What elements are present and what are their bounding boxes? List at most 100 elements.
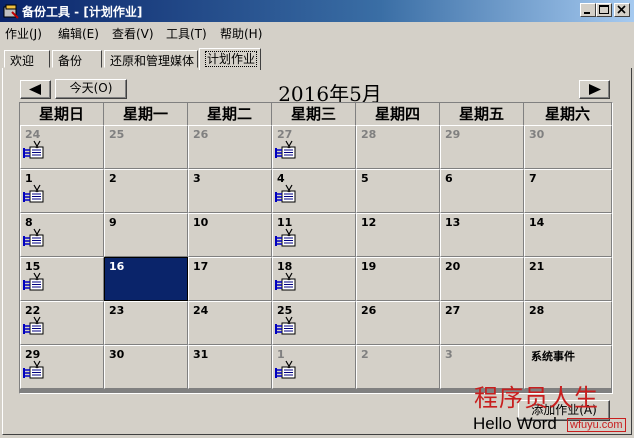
calendar-day-cell[interactable]: 31 (188, 345, 272, 389)
calendar-day-cell[interactable]: 24 (20, 125, 104, 169)
calendar-day-cell[interactable]: 1 (272, 345, 356, 389)
calendar-day-cell[interactable]: 30 (104, 345, 188, 389)
tab-schedule-jobs[interactable]: 计划作业 (199, 48, 261, 70)
scheduled-backup-job-icon[interactable] (275, 272, 297, 292)
menu-tools[interactable]: 工具(T) (166, 25, 207, 42)
day-number: 26 (193, 128, 209, 141)
weekday-header: 星期一 (104, 103, 188, 125)
minimize-button[interactable] (580, 3, 596, 17)
scheduled-backup-job-icon[interactable] (275, 184, 297, 204)
calendar-day-cell[interactable]: 5 (356, 169, 440, 213)
calendar-day-cell[interactable]: 26 (356, 301, 440, 345)
scheduled-backup-job-icon[interactable] (275, 360, 297, 380)
calendar-day-cell[interactable]: 17 (188, 257, 272, 301)
day-number: 13 (445, 216, 461, 229)
day-number: 28 (361, 128, 377, 141)
calendar-day-cell[interactable]: 15 (20, 257, 104, 301)
calendar-day-cell[interactable]: 25 (272, 301, 356, 345)
scheduled-backup-job-icon[interactable] (23, 360, 45, 380)
calendar-day-cell[interactable]: 28 (356, 125, 440, 169)
day-number: 30 (109, 348, 125, 361)
calendar-day-cell[interactable]: 26 (188, 125, 272, 169)
next-month-button[interactable] (579, 80, 610, 99)
calendar-day-cell[interactable]: 3 (188, 169, 272, 213)
tab-backup[interactable]: 备份 (52, 50, 102, 68)
weekday-header: 星期四 (356, 103, 440, 125)
day-number: 2 (361, 348, 369, 361)
day-number: 2 (109, 172, 117, 185)
calendar-day-cell[interactable]: 21 (524, 257, 612, 301)
calendar-day-cell[interactable]: 16 (104, 257, 188, 301)
menu-job[interactable]: 作业(J) (5, 25, 42, 42)
calendar-day-cell[interactable]: 1 (20, 169, 104, 213)
day-number: 12 (361, 216, 377, 229)
calendar-day-cell[interactable]: 10 (188, 213, 272, 257)
weekday-header: 星期二 (188, 103, 272, 125)
close-button[interactable] (614, 3, 630, 17)
tab-welcome[interactable]: 欢迎 (4, 50, 50, 68)
weekday-header: 星期日 (20, 103, 104, 125)
day-number: 6 (445, 172, 453, 185)
calendar-day-cell[interactable]: 25 (104, 125, 188, 169)
calendar-day-cell[interactable]: 2 (104, 169, 188, 213)
calendar-day-cell[interactable]: 14 (524, 213, 612, 257)
calendar-day-cell[interactable]: 8 (20, 213, 104, 257)
calendar-day-cell[interactable]: 24 (188, 301, 272, 345)
calendar-day-cell[interactable]: 29 (20, 345, 104, 389)
calendar-day-cell[interactable]: 23 (104, 301, 188, 345)
calendar-day-cell[interactable]: 27 (272, 125, 356, 169)
calendar-day-cell[interactable]: 20 (440, 257, 524, 301)
scheduled-backup-job-icon[interactable] (23, 184, 45, 204)
day-number: 29 (445, 128, 461, 141)
menu-edit[interactable]: 编辑(E) (58, 25, 99, 42)
menu-view[interactable]: 查看(V) (112, 25, 154, 42)
day-number: 25 (109, 128, 125, 141)
calendar-day-cell[interactable]: 18 (272, 257, 356, 301)
system-event-label[interactable]: 系统事件 (531, 348, 575, 364)
calendar-day-cell[interactable]: 29 (440, 125, 524, 169)
weekday-header: 星期三 (272, 103, 356, 125)
month-calendar: 星期日 星期一 星期二 星期三 星期四 星期五 星期六 24 25 26 27 28 29 30 1 2 3 4 5… (19, 102, 613, 394)
calendar-day-cell[interactable]: 27 (440, 301, 524, 345)
day-number: 7 (529, 172, 537, 185)
backup-app-icon (3, 4, 19, 19)
scheduled-backup-job-icon[interactable] (23, 140, 45, 160)
day-number: 17 (193, 260, 209, 273)
day-number: 30 (529, 128, 545, 141)
weekday-header: 星期五 (440, 103, 524, 125)
menu-help[interactable]: 帮助(H) (220, 25, 262, 42)
prev-month-button[interactable] (20, 80, 51, 99)
calendar-day-cell[interactable]: 4 (272, 169, 356, 213)
calendar-day-cell[interactable]: 12 (356, 213, 440, 257)
calendar-day-cell[interactable]: 19 (356, 257, 440, 301)
calendar-day-cell[interactable]: 9 (104, 213, 188, 257)
scheduled-backup-job-icon[interactable] (275, 228, 297, 248)
watermark-hello: Hello Word (473, 414, 557, 433)
scheduled-backup-job-icon[interactable] (23, 316, 45, 336)
day-number: 19 (361, 260, 377, 273)
calendar-day-cell[interactable]: 22 (20, 301, 104, 345)
scheduled-backup-job-icon[interactable] (275, 316, 297, 336)
day-number: 24 (193, 304, 209, 317)
calendar-day-cell[interactable]: 28 (524, 301, 612, 345)
calendar-day-cell[interactable]: 30 (524, 125, 612, 169)
calendar-day-cell[interactable]: 6 (440, 169, 524, 213)
watermark-text: 程序员人生 (474, 384, 599, 412)
scheduled-backup-job-icon[interactable] (275, 140, 297, 160)
weekday-header: 星期六 (524, 103, 612, 125)
today-button[interactable]: 今天(O) (55, 79, 127, 99)
scheduled-backup-job-icon[interactable] (23, 228, 45, 248)
right-arrow-icon (589, 84, 601, 95)
watermark-site: wfuyu.com (567, 418, 626, 432)
maximize-button[interactable] (596, 3, 612, 17)
scheduled-backup-job-icon[interactable] (23, 272, 45, 292)
calendar-day-cell[interactable]: 11 (272, 213, 356, 257)
calendar-day-cell[interactable]: 2 (356, 345, 440, 389)
day-number: 14 (529, 216, 545, 229)
menu-bar: 作业(J) 编辑(E) 查看(V) 工具(T) 帮助(H) (0, 22, 634, 42)
day-number: 21 (529, 260, 545, 273)
calendar-day-cell[interactable]: 13 (440, 213, 524, 257)
calendar-day-cell[interactable]: 7 (524, 169, 612, 213)
day-number: 27 (445, 304, 461, 317)
tab-restore-manage-media[interactable]: 还原和管理媒体 (104, 50, 198, 68)
